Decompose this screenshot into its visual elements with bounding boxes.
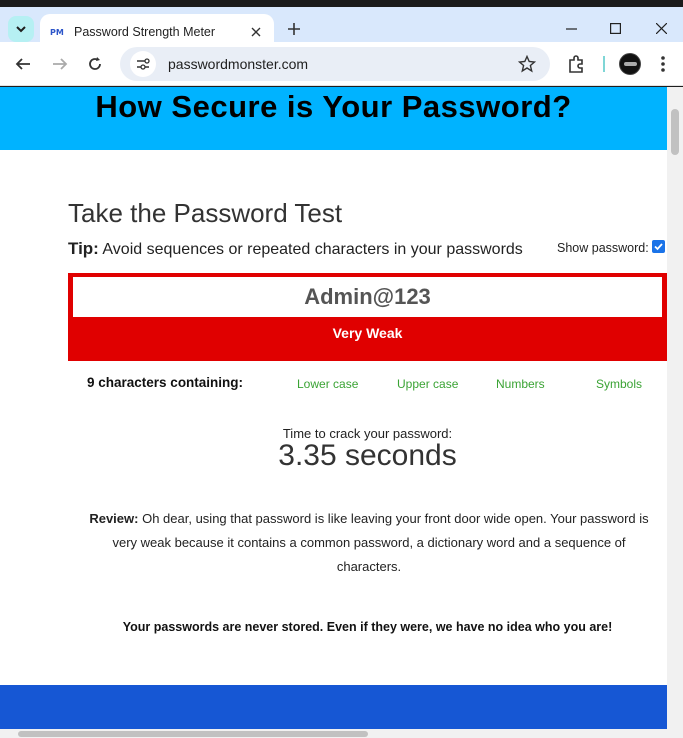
review-label: Review:	[89, 511, 139, 526]
site-favicon-icon: PM	[50, 27, 64, 37]
tab-search-icon[interactable]	[8, 16, 34, 42]
reload-icon[interactable]	[83, 52, 107, 76]
close-icon[interactable]	[248, 24, 264, 40]
window-close-icon[interactable]	[651, 18, 671, 38]
char-type-lowercase: Lower case	[297, 377, 359, 391]
tip-message: Avoid sequences or repeated characters i…	[102, 241, 523, 258]
web-page: How Secure is Your Password? Take the Pa…	[0, 87, 667, 729]
section-title: Take the Password Test	[68, 198, 343, 228]
bookmark-star-icon[interactable]	[517, 54, 537, 73]
privacy-notice: Your passwords are never stored. Even if…	[122, 620, 613, 634]
tab-strip: PM Password Strength Meter	[0, 0, 683, 50]
show-password-label: Show password:	[557, 241, 649, 255]
forward-icon[interactable]	[48, 52, 72, 76]
site-footer	[0, 685, 667, 729]
tip-text: Tip: Avoid sequences or repeated charact…	[68, 239, 523, 259]
horizontal-scrollbar[interactable]	[0, 729, 683, 738]
review-text: Review: Oh dear, using that password is …	[85, 507, 653, 579]
new-tab-icon[interactable]	[284, 19, 304, 39]
address-bar[interactable]: passwordmonster.com	[120, 47, 550, 81]
vertical-scroll-thumb[interactable]	[671, 109, 679, 155]
banner-title: How Secure is Your Password?	[95, 89, 572, 124]
menu-icon[interactable]	[654, 54, 672, 74]
site-info-icon[interactable]	[130, 51, 156, 77]
tab-title: Password Strength Meter	[74, 25, 216, 39]
vertical-scrollbar[interactable]	[667, 87, 683, 729]
maximize-icon[interactable]	[605, 18, 625, 38]
site-banner: How Secure is Your Password?	[0, 87, 667, 150]
password-input[interactable]: Admin@123	[73, 277, 662, 317]
minimize-icon[interactable]	[561, 18, 581, 38]
profile-avatar[interactable]	[619, 53, 641, 75]
crack-time-value: 3.35 seconds	[278, 439, 457, 472]
toolbar-divider	[603, 56, 605, 72]
password-meter: Admin@123 Very Weak	[68, 273, 667, 361]
horizontal-scroll-thumb[interactable]	[18, 731, 368, 737]
url-text: passwordmonster.com	[168, 56, 309, 72]
browser-toolbar: passwordmonster.com	[0, 42, 683, 86]
extensions-icon[interactable]	[566, 54, 586, 74]
char-type-numbers: Numbers	[496, 377, 545, 391]
back-icon[interactable]	[11, 52, 35, 76]
review-message: Oh dear, using that password is like lea…	[112, 511, 649, 574]
char-type-uppercase: Upper case	[397, 377, 459, 391]
character-count: 9 characters containing:	[87, 375, 244, 390]
char-type-symbols: Symbols	[596, 377, 643, 391]
show-password-checkbox[interactable]	[652, 240, 665, 253]
tip-label: Tip:	[68, 239, 99, 258]
strength-label: Very Weak	[332, 325, 403, 341]
